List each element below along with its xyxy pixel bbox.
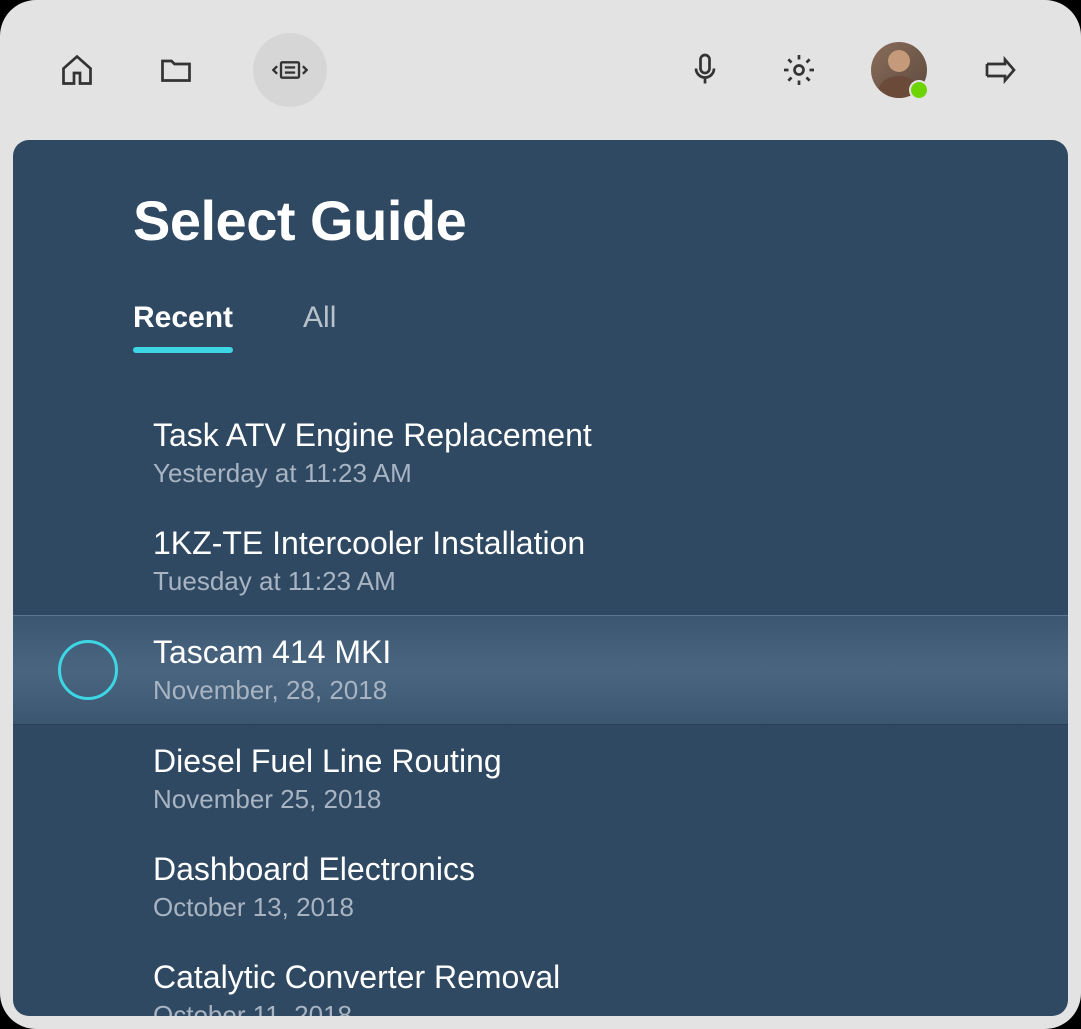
pin-icon xyxy=(981,52,1017,88)
guide-date: November, 28, 2018 xyxy=(153,675,1068,706)
guide-title: Catalytic Converter Removal xyxy=(153,959,1068,996)
guide-title: 1KZ-TE Intercooler Installation xyxy=(153,525,1068,562)
microphone-icon xyxy=(687,52,723,88)
guide-button[interactable] xyxy=(253,33,327,107)
list-item[interactable]: Task ATV Engine Replacement Yesterday at… xyxy=(13,399,1068,507)
toolbar-right-group xyxy=(683,42,1021,98)
toolbar xyxy=(0,0,1081,140)
guide-date: Yesterday at 11:23 AM xyxy=(153,458,1068,489)
list-item[interactable]: Diesel Fuel Line Routing November 25, 20… xyxy=(13,725,1068,833)
list-item[interactable]: Dashboard Electronics October 13, 2018 xyxy=(13,833,1068,941)
gear-icon xyxy=(781,52,817,88)
guide-date: Tuesday at 11:23 AM xyxy=(153,566,1068,597)
guide-date: October 11, 2018 xyxy=(153,1000,1068,1016)
home-icon xyxy=(59,52,95,88)
guide-list: Task ATV Engine Replacement Yesterday at… xyxy=(13,399,1068,1016)
guide-date: October 13, 2018 xyxy=(153,892,1068,923)
guide-title: Diesel Fuel Line Routing xyxy=(153,743,1068,780)
folder-icon xyxy=(158,52,194,88)
tab-recent[interactable]: Recent xyxy=(133,301,233,349)
list-item[interactable]: Tascam 414 MKI November, 28, 2018 xyxy=(13,615,1068,725)
home-button[interactable] xyxy=(55,48,99,92)
avatar-button[interactable] xyxy=(871,42,927,98)
guide-icon xyxy=(272,52,308,88)
toolbar-left-group xyxy=(55,33,327,107)
pin-button[interactable] xyxy=(977,48,1021,92)
panel-title: Select Guide xyxy=(133,188,1068,253)
app-window: Select Guide Recent All Task ATV Engine … xyxy=(0,0,1081,1029)
folder-button[interactable] xyxy=(154,48,198,92)
settings-button[interactable] xyxy=(777,48,821,92)
guide-date: November 25, 2018 xyxy=(153,784,1068,815)
microphone-button[interactable] xyxy=(683,48,727,92)
list-item[interactable]: Catalytic Converter Removal October 11, … xyxy=(13,941,1068,1016)
guide-title: Task ATV Engine Replacement xyxy=(153,417,1068,454)
select-guide-panel: Select Guide Recent All Task ATV Engine … xyxy=(13,140,1068,1016)
tabs: Recent All xyxy=(133,301,1068,349)
presence-indicator xyxy=(909,80,929,100)
guide-title: Tascam 414 MKI xyxy=(153,634,1068,671)
tab-all[interactable]: All xyxy=(303,301,336,349)
guide-title: Dashboard Electronics xyxy=(153,851,1068,888)
list-item[interactable]: 1KZ-TE Intercooler Installation Tuesday … xyxy=(13,507,1068,615)
